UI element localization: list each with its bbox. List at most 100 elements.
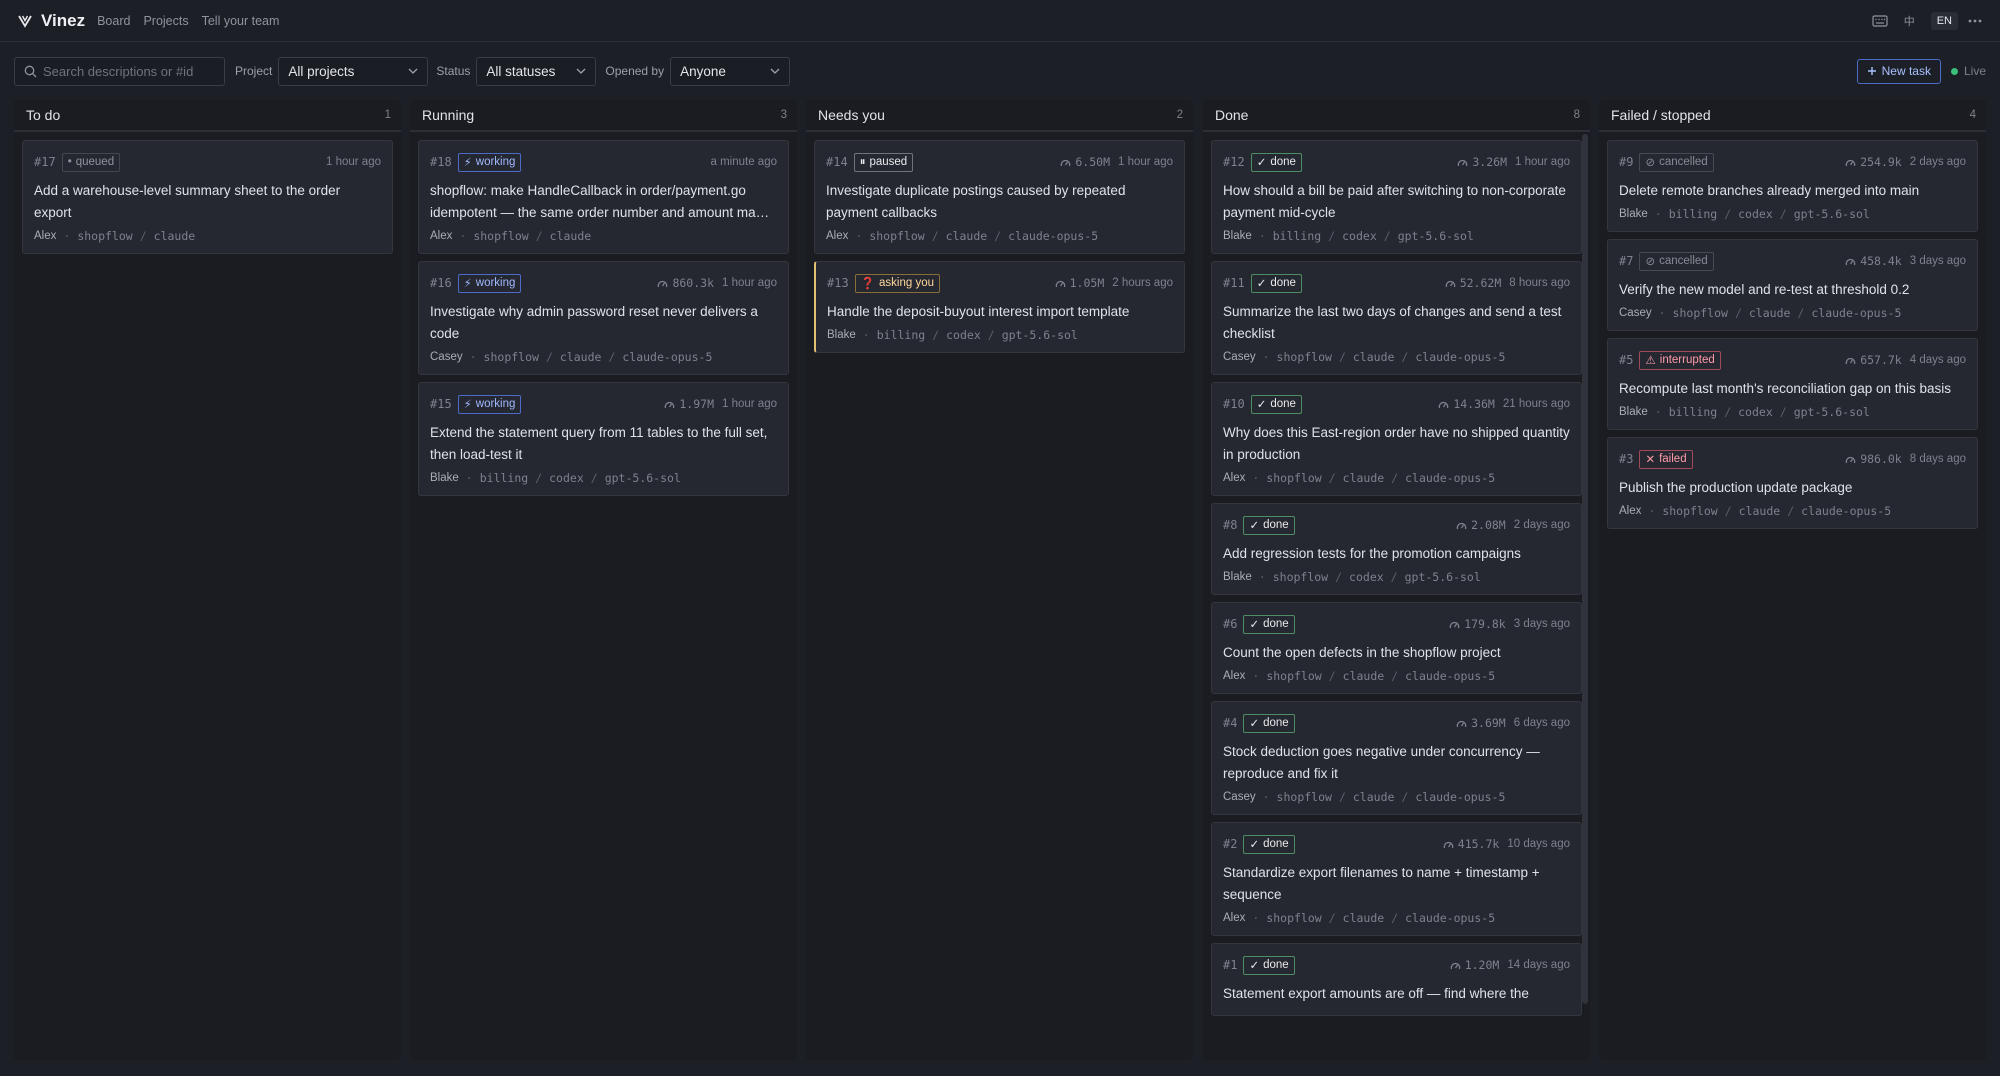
nav-board[interactable]: Board [97, 14, 130, 28]
status-label: failed [1659, 453, 1687, 465]
token-count: 1.05M [1069, 276, 1105, 290]
path-segment: claude-opus-5 [1415, 350, 1506, 364]
task-card[interactable]: #2 ✓ done 415.7k 10 days ago Standardize expo… [1211, 822, 1582, 936]
status-label: done [1263, 618, 1289, 630]
gauge-icon [1456, 522, 1467, 529]
task-title: Investigate duplicate postings caused by… [826, 183, 1126, 220]
path-separator: / [1401, 790, 1409, 804]
column-scrollbar[interactable] [1582, 134, 1588, 1004]
dot-separator: · [862, 328, 870, 342]
task-card[interactable]: #14 ⏸ paused 6.50M 1 hour ago Investigate dup… [814, 140, 1185, 254]
search-input[interactable] [43, 63, 213, 79]
more-icon[interactable] [1968, 19, 1982, 23]
new-task-button[interactable]: New task [1856, 58, 1941, 84]
done-status-icon: ✓ [1256, 278, 1267, 290]
card-header: #15 ⚡ working 1.97M 1 hour ago [430, 394, 777, 414]
status-badge: ⚡ working [457, 152, 522, 172]
task-card[interactable]: #8 ✓ done 2.08M 2 days ago Add regression tes… [1211, 503, 1582, 595]
filter-bar: Project All projects Status All statuses… [14, 56, 1986, 86]
task-card[interactable]: #5 ⚠ interrupted 657.7k 4 days ago Recompute … [1607, 338, 1978, 430]
task-card[interactable]: #3 ✕ failed 986.0k 8 days ago Publish the pro… [1607, 437, 1978, 529]
path-segment: codex [1349, 570, 1384, 584]
column-title: Done [1215, 107, 1249, 123]
status-badge: • queued [61, 152, 121, 172]
keyboard-icon[interactable] [1872, 14, 1888, 27]
column-header: Done 8 [1203, 100, 1590, 132]
project-select[interactable]: All projects [278, 56, 429, 86]
path-separator: / [545, 350, 553, 364]
task-owner: Casey [1223, 791, 1256, 803]
plus-icon [1867, 67, 1876, 75]
card-header: #4 ✓ done 3.69M 6 days ago [1223, 713, 1570, 733]
token-usage: 458.4k [1845, 254, 1902, 268]
task-owner: Alex [1223, 912, 1246, 924]
working-status-icon: ⚡ [463, 278, 472, 290]
path-segment: shopflow [1266, 471, 1322, 485]
card-meta: 657.7k 4 days ago [1845, 353, 1966, 367]
gauge-icon [665, 401, 675, 408]
card-header: #18 ⚡ working a minute ago [430, 152, 777, 172]
task-card[interactable]: #12 ✓ done 3.26M 1 hour ago How should a bill… [1211, 140, 1582, 254]
lang-en-button[interactable]: EN [1930, 11, 1958, 30]
status-filter-label: Status [436, 64, 471, 78]
task-card[interactable]: #18 ⚡ working a minute ago shopflow: make Ha… [418, 140, 789, 254]
token-usage: 179.8k [1449, 617, 1506, 631]
chevron-down-icon [770, 68, 780, 74]
card-header: #12 ✓ done 3.26M 1 hour ago [1223, 152, 1570, 172]
search-box[interactable] [14, 56, 225, 86]
status-select-value: All statuses [486, 63, 556, 79]
token-count: 458.4k [1860, 254, 1902, 268]
card-meta: 3.26M 1 hour ago [1457, 155, 1570, 169]
card-list: #18 ⚡ working a minute ago shopflow: make Ha… [410, 132, 797, 496]
status-label: cancelled [1659, 156, 1708, 168]
task-owner: Alex [1223, 472, 1246, 484]
card-meta: 1.97M 1 hour ago [664, 397, 777, 411]
task-card[interactable]: #11 ✓ done 52.62M 8 hours ago Summarize the l… [1211, 261, 1582, 375]
task-id: #17 [34, 155, 56, 169]
token-usage: 415.7k [1443, 837, 1499, 851]
token-count: 6.50M [1075, 155, 1110, 169]
nav-tell-team[interactable]: Tell your team [202, 14, 280, 28]
path-segment: shopflow [77, 229, 133, 243]
task-card[interactable]: #10 ✓ done 14.36M 21 hours ago Why does this … [1211, 382, 1582, 496]
opened-by-select[interactable]: Anyone [670, 56, 791, 86]
task-card[interactable]: #9 ⊘ cancelled 254.9k 2 days ago Delete remot… [1607, 140, 1978, 232]
status-select[interactable]: All statuses [476, 56, 597, 86]
nav-projects[interactable]: Projects [143, 14, 188, 28]
task-card[interactable]: #1 ✓ done 1.20M 14 days ago Statement export … [1211, 943, 1582, 1016]
task-card[interactable]: #6 ✓ done 179.8k 3 days ago Count the open de… [1211, 602, 1582, 694]
task-id: #12 [1223, 155, 1245, 169]
task-card[interactable]: #16 ⚡ working 860.3k 1 hour ago Investigate w… [418, 261, 789, 375]
task-card[interactable]: #17 • queued 1 hour ago Add a warehouse-leve… [22, 140, 393, 254]
status-label: cancelled [1659, 255, 1708, 267]
dot-separator: · [1252, 669, 1260, 683]
task-card[interactable]: #13 ❓ asking you 1.05M 2 hours ago Handle the… [814, 261, 1185, 353]
path-segment: claude [559, 350, 602, 364]
top-right-controls: 中 EN [1872, 10, 1982, 32]
lang-zh-button[interactable]: 中 [1898, 10, 1921, 32]
task-owner: Blake [1223, 571, 1252, 583]
gauge-icon [1445, 280, 1455, 287]
status-badge: ⏸ paused [853, 152, 914, 172]
task-id: #14 [826, 155, 848, 169]
task-card[interactable]: #7 ⊘ cancelled 458.4k 3 days ago Verify the n… [1607, 239, 1978, 331]
status-label: working [475, 277, 516, 289]
status-label: asking you [879, 277, 934, 289]
task-card[interactable]: #15 ⚡ working 1.97M 1 hour ago Extend the sta… [418, 382, 789, 496]
dot-separator: · [1262, 350, 1270, 364]
card-footer: Casey · shopflow / claude / claude-opus-5 [1223, 790, 1570, 804]
task-id: #4 [1223, 716, 1238, 730]
status-badge: ✓ done [1243, 713, 1295, 733]
card-footer: Casey · shopflow / claude / claude-opus-5 [1223, 350, 1570, 364]
gauge-icon [1439, 401, 1449, 408]
path-segment: claude [549, 229, 592, 243]
token-usage: 1.20M [1450, 958, 1499, 972]
dot-separator: · [1648, 504, 1656, 518]
task-card[interactable]: #4 ✓ done 3.69M 6 days ago Stock deduction go… [1211, 701, 1582, 815]
gauge-icon [1055, 280, 1065, 287]
path-segment: codex [1738, 405, 1773, 419]
token-count: 179.8k [1464, 617, 1506, 631]
card-meta: 6.50M 1 hour ago [1060, 155, 1173, 169]
card-footer: Blake · billing / codex / gpt-5.6-sol [1619, 207, 1966, 221]
done-status-icon: ✓ [1249, 520, 1260, 532]
